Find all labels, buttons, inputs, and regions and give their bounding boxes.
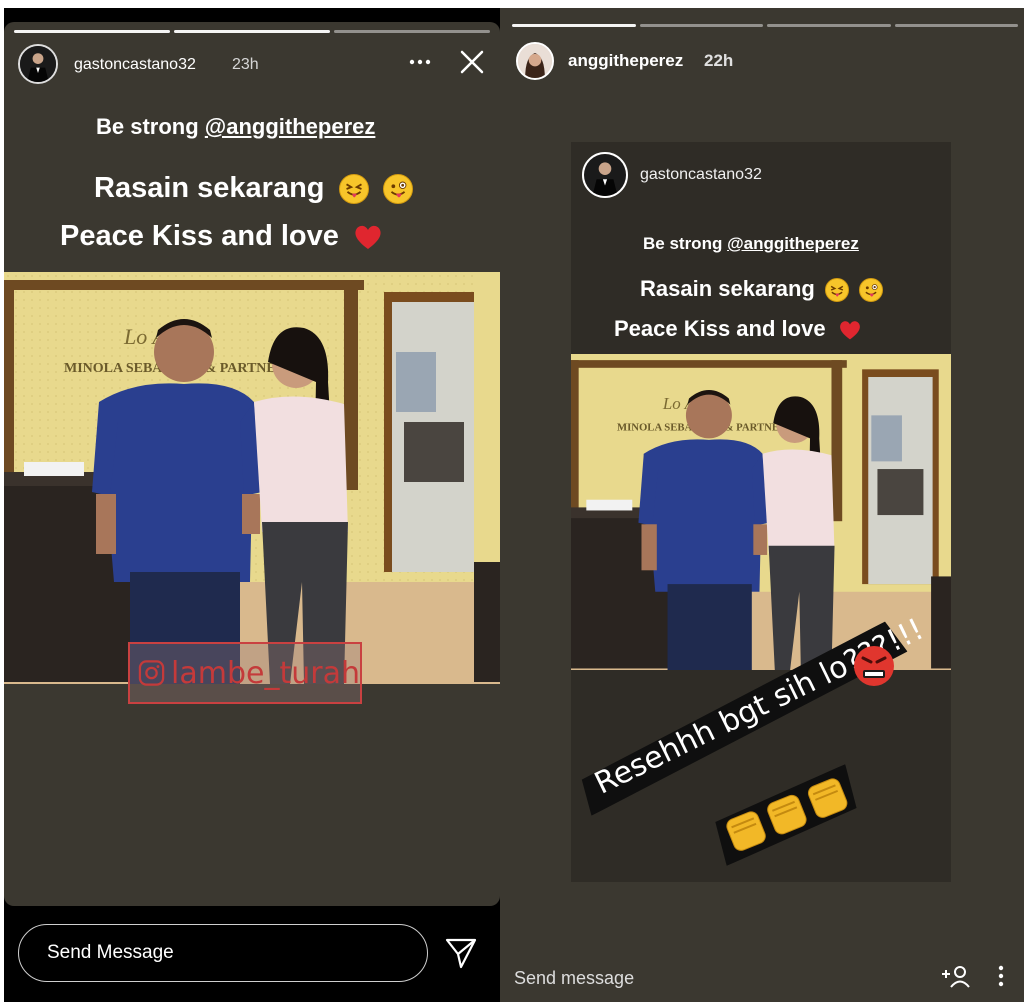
avatar[interactable] — [18, 44, 58, 84]
angry-face-icon — [854, 646, 894, 686]
squinting-tongue-emoji-icon — [825, 278, 849, 303]
mention-link[interactable]: @anggitheperez — [205, 114, 376, 139]
right-story-viewer[interactable]: anggitheperez 22h gastoncastano32 Be str… — [500, 8, 1024, 1002]
squinting-tongue-emoji-icon — [338, 174, 369, 205]
story-photo: MINOLA SEBAYANG & PARTNERS Lo Ann — [4, 272, 500, 684]
kebab-menu-icon[interactable] — [996, 964, 1006, 988]
reposted-caption-line-3: Peace Kiss and love — [614, 316, 862, 342]
instagram-icon — [138, 660, 165, 686]
watermark: lambe_turah — [128, 642, 362, 704]
left-story-card[interactable]: gastoncastano32 23h Be strong @anggithep… — [4, 22, 500, 906]
story-username[interactable]: anggitheperez — [568, 51, 683, 71]
red-heart-icon — [355, 226, 381, 250]
caption-line-1: Be strong @anggitheperez — [96, 114, 376, 139]
send-message-input[interactable]: Send message — [514, 968, 634, 989]
red-heart-icon — [839, 321, 860, 340]
story-time: 22h — [704, 51, 734, 70]
winking-tongue-emoji-icon — [382, 174, 413, 205]
reposted-avatar[interactable] — [582, 152, 628, 198]
story-progress-bar — [14, 30, 490, 33]
caption-line-2: Rasain sekarang — [94, 172, 413, 205]
story-progress-bar — [512, 24, 1018, 27]
caption-line-3: Peace Kiss and love — [60, 220, 383, 253]
reposted-username[interactable]: gastoncastano32 — [640, 166, 762, 184]
add-user-icon[interactable] — [940, 964, 970, 988]
watermark-text: lambe_turah — [171, 655, 360, 691]
reposted-caption-line-1: Be strong @anggitheperez — [643, 234, 859, 253]
left-story-viewer: gastoncastano32 23h Be strong @anggithep… — [4, 8, 500, 1002]
more-options-icon[interactable] — [406, 52, 434, 72]
mention-link[interactable]: @anggitheperez — [727, 234, 859, 253]
winking-tongue-emoji-icon — [859, 278, 884, 303]
avatar[interactable] — [516, 42, 554, 80]
send-icon[interactable] — [444, 936, 478, 970]
story-username[interactable]: gastoncastano32 — [74, 56, 196, 74]
reposted-caption-line-2: Rasain sekarang — [640, 276, 884, 303]
close-icon[interactable] — [458, 48, 486, 76]
send-message-input[interactable]: Send Message — [18, 924, 428, 982]
story-time: 23h — [232, 56, 259, 73]
